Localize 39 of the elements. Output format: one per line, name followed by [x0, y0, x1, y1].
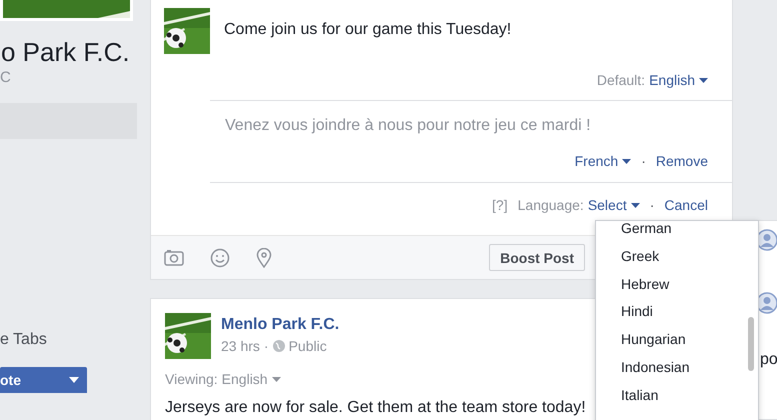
globe-icon [272, 340, 285, 352]
language-dropdown[interactable]: French [574, 153, 632, 169]
audience-label: Public [288, 338, 327, 354]
language-label: Language: [518, 197, 584, 213]
separator-dot: · [650, 197, 654, 213]
language-select[interactable]: Select [588, 197, 640, 213]
caret-icon [630, 202, 640, 208]
promote-button[interactable]: ote [0, 367, 87, 393]
language-option[interactable]: Greek [596, 242, 758, 271]
caret-icon [69, 377, 79, 383]
panel-text: po [760, 351, 777, 369]
default-label: Default: [596, 72, 646, 88]
separator-dot: · [264, 338, 269, 354]
scrollbar-thumb[interactable] [748, 317, 754, 371]
translation-text: Venez vous joindre à nous pour notre jeu ce mardi ! [224, 116, 592, 135]
viewing-label: Viewing: [165, 371, 218, 387]
language-dropdown[interactable]: English [649, 72, 708, 88]
caret-icon [699, 78, 708, 82]
language-option[interactable]: German [596, 221, 758, 243]
page-category: C [0, 69, 12, 86]
caret-icon [272, 376, 281, 382]
remove-link[interactable]: Remove [656, 153, 708, 169]
location-pin-icon[interactable] [256, 248, 272, 268]
boost-post-button[interactable]: Boost Post [489, 244, 585, 271]
separator-dot: · [641, 153, 646, 169]
post-text: Come join us for our game this Tuesday! [224, 21, 512, 40]
cancel-link[interactable]: Cancel [664, 197, 708, 213]
language-option[interactable]: Indonesian [596, 354, 758, 382]
language-option[interactable]: Hebrew [596, 270, 758, 298]
language-option[interactable]: Italian [596, 382, 758, 410]
language-option[interactable]: Hungarian [596, 326, 758, 354]
sidebar-link[interactable]: e Tabs [0, 331, 137, 349]
page-name: o Park F.C. [1, 37, 131, 67]
smiley-icon[interactable] [210, 248, 230, 268]
camera-icon[interactable] [164, 249, 184, 266]
post-text: Jerseys are now for sale. Get them at the team store today! [165, 399, 587, 417]
page-name-link[interactable]: Menlo Park F.C. [221, 316, 340, 334]
language-option[interactable]: Hindi [596, 298, 758, 326]
caret-icon [622, 158, 632, 164]
